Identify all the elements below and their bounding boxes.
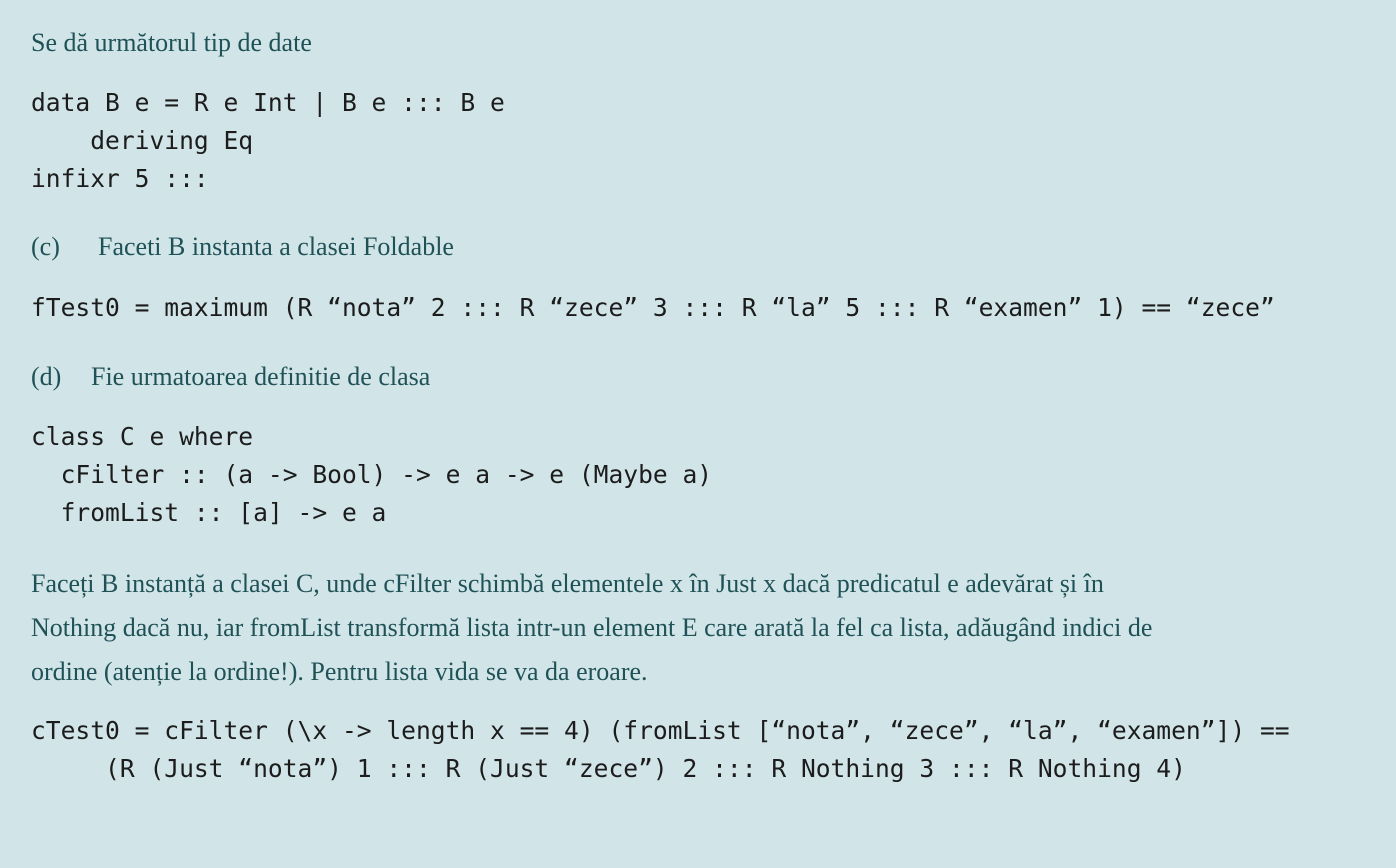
code-line: cFilter :: (a -> Bool) -> e a -> e (Mayb…	[31, 460, 713, 489]
code-line: fTest0 = maximum (R “nota” 2 ::: R “zece…	[31, 293, 1275, 322]
code-line: fromList :: [a] -> e a	[31, 498, 387, 527]
code-line: class C e where	[31, 422, 254, 451]
data-declaration-code: data B e = R e Int | B e ::: B e derivin…	[31, 84, 505, 198]
paragraph-line: Faceți B instanță a clasei C, unde cFilt…	[31, 569, 1104, 598]
intro-text: Se dă următorul tip de date	[31, 28, 312, 57]
code-line: data B e = R e Int | B e ::: B e	[31, 88, 505, 117]
instruction-paragraph: Faceți B instanță a clasei C, unde cFilt…	[31, 562, 1371, 694]
code-line: deriving Eq	[31, 126, 254, 155]
document-page: Se dă următorul tip de date data B e = R…	[31, 0, 1381, 868]
class-declaration-code: class C e where cFilter :: (a -> Bool) -…	[31, 418, 712, 532]
paragraph-line: ordine (atenție la ordine!). Pentru list…	[31, 657, 648, 686]
item-c-text: Faceti B instanta a clasei Foldable	[98, 232, 454, 261]
code-line: infixr 5 :::	[31, 164, 209, 193]
code-line: (R (Just “nota”) 1 ::: R (Just “zece”) 2…	[31, 754, 1186, 783]
item-c-heading: (c) Faceti B instanta a clasei Foldable	[31, 232, 454, 262]
ctest-code: cTest0 = cFilter (\x -> length x == 4) (…	[31, 712, 1290, 788]
item-d-text: Fie urmatoarea definitie de clasa	[91, 362, 431, 391]
item-c-label: (c)	[31, 232, 60, 261]
item-d-heading: (d) Fie urmatoarea definitie de clasa	[31, 362, 430, 392]
paragraph-line: Nothing dacă nu, iar fromList transformă…	[31, 613, 1153, 642]
ftest-code: fTest0 = maximum (R “nota” 2 ::: R “zece…	[31, 289, 1275, 327]
code-line: cTest0 = cFilter (\x -> length x == 4) (…	[31, 716, 1290, 745]
item-d-label: (d)	[31, 362, 62, 391]
